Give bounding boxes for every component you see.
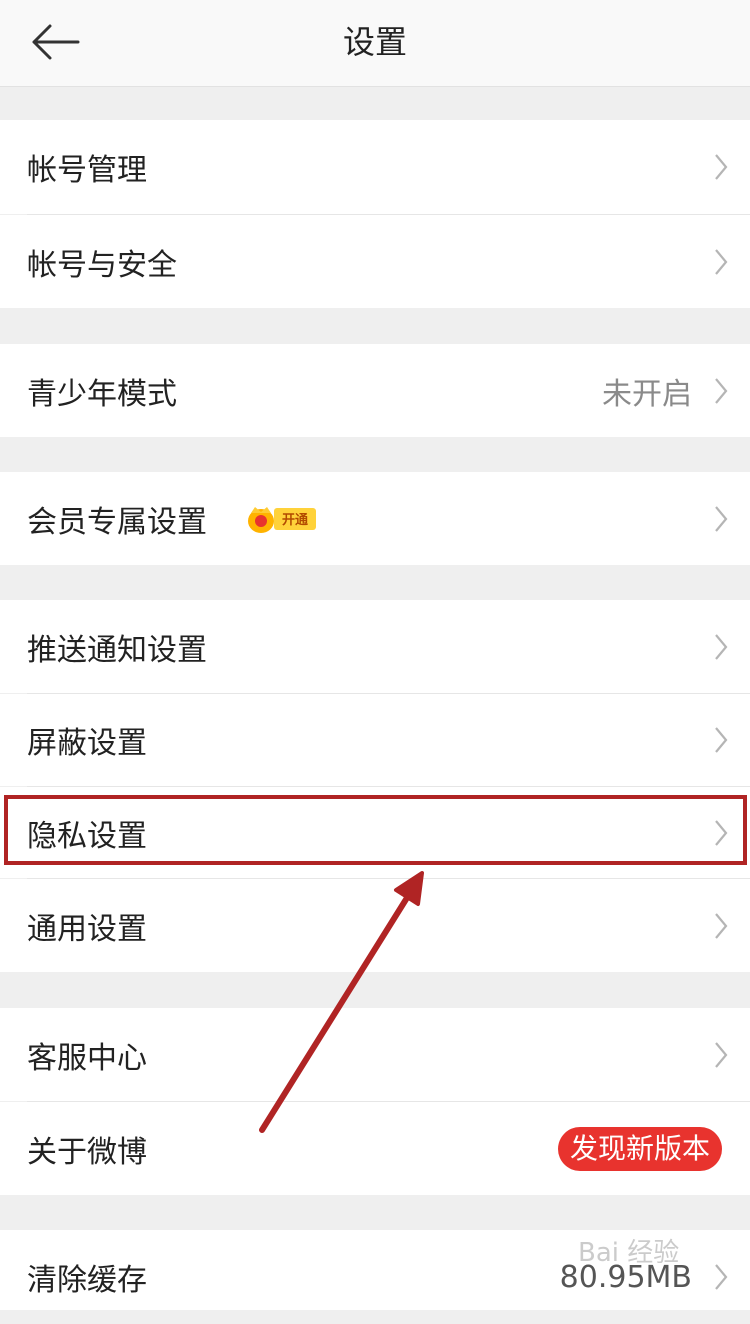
customer-service-item[interactable]: 客服中心 — [0, 1008, 750, 1101]
chevron-right-icon — [715, 154, 728, 180]
account-security-item[interactable]: 帐号与安全 — [0, 215, 750, 308]
new-version-badge: 发现新版本 — [557, 1126, 722, 1171]
teen-mode-item[interactable]: 青少年模式 未开启 — [0, 344, 750, 437]
chevron-right-icon — [715, 505, 728, 532]
teen-mode-status: 未开启 — [602, 376, 692, 412]
item-label: 会员专属设置 — [27, 504, 207, 540]
page-title: 设置 — [342, 23, 407, 61]
chevron-right-icon — [715, 633, 728, 660]
chevron-right-icon — [715, 912, 728, 939]
chevron-right-icon — [715, 1041, 728, 1068]
item-label: 青少年模式 — [27, 376, 177, 412]
chevron-right-icon — [715, 248, 728, 275]
chevron-right-icon — [715, 1264, 728, 1290]
item-label: 帐号与安全 — [27, 247, 177, 283]
general-settings-item[interactable]: 通用设置 — [0, 879, 750, 972]
chevron-right-icon — [715, 819, 728, 846]
vip-open-badge[interactable]: 开通 — [274, 507, 316, 530]
item-label: 屏蔽设置 — [27, 726, 147, 761]
about-weibo-item[interactable]: 关于微博 发现新版本 — [0, 1102, 750, 1195]
push-notification-item[interactable]: 推送通知设置 — [0, 600, 750, 693]
item-label: 隐私设置 — [27, 818, 147, 854]
item-label: 通用设置 — [27, 911, 147, 947]
header: 设置 — [0, 0, 750, 87]
item-label: 帐号管理 — [27, 153, 147, 188]
block-settings-item[interactable]: 屏蔽设置 — [0, 694, 750, 786]
chevron-right-icon — [715, 727, 728, 753]
watermark: Bai 经验 — [578, 1238, 680, 1268]
account-management-item[interactable]: 帐号管理 — [0, 120, 750, 214]
item-label: 客服中心 — [27, 1040, 147, 1076]
chevron-right-icon — [715, 377, 728, 404]
item-label: 推送通知设置 — [27, 632, 207, 668]
vip-settings-item[interactable]: 会员专属设置 开通 — [0, 472, 750, 565]
item-label: 关于微博 — [27, 1134, 147, 1170]
privacy-settings-item[interactable]: 隐私设置 — [0, 787, 750, 878]
